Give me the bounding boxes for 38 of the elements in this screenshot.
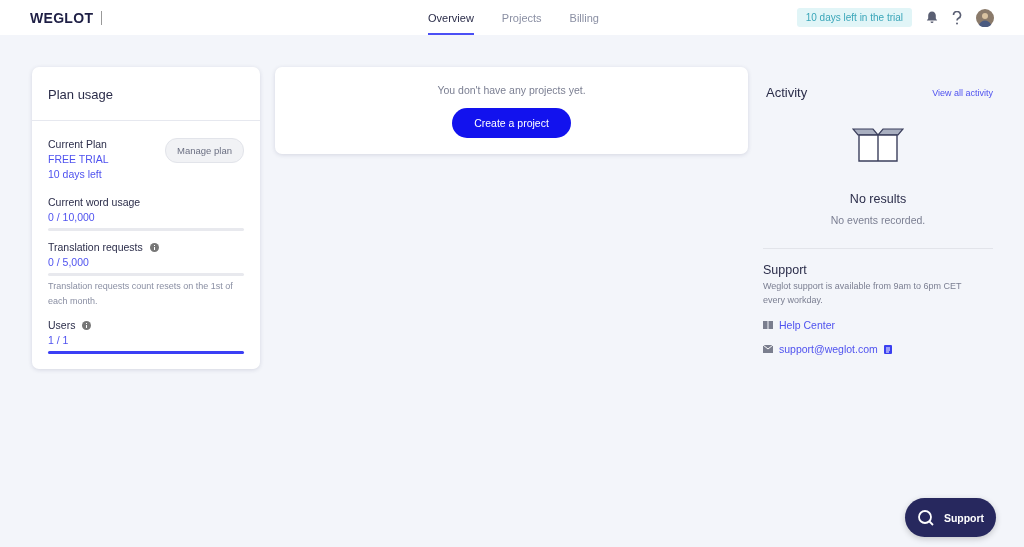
support-title: Support <box>763 263 807 277</box>
meter-label: Translation requests <box>48 241 143 253</box>
plan-name: FREE TRIAL <box>48 153 109 165</box>
days-left: 10 days left <box>48 168 103 180</box>
nav-tab[interactable]: Projects <box>501 0 542 35</box>
open-box-icon <box>852 128 904 162</box>
avatar[interactable] <box>976 8 994 27</box>
book-icon <box>763 321 773 329</box>
meter-note: Translation requests count resets on the 1st of each month. <box>48 280 234 308</box>
support-button[interactable]: Support <box>905 498 996 537</box>
empty-title: No results <box>849 192 907 206</box>
meter-reading: 1 / 1 <box>48 334 70 346</box>
empty-message: You don't have any projects yet. <box>437 84 586 96</box>
mail-icon <box>763 345 773 353</box>
meter-reading: 0 / 5,000 <box>48 256 90 268</box>
support-link[interactable]: support@weglot.com <box>779 343 878 355</box>
nav-tab[interactable]: Overview <box>428 0 474 35</box>
meter-label: Users <box>48 319 76 331</box>
meter-reading: 0 / 10,000 <box>48 211 96 223</box>
nav-tab[interactable]: Billing <box>569 0 599 35</box>
activity-title: Activity <box>766 85 808 100</box>
view-all-link[interactable]: View all activity <box>932 87 993 98</box>
help-icon[interactable] <box>952 10 962 25</box>
manage-plan-button[interactable]: Manage plan <box>165 138 244 163</box>
info-icon[interactable] <box>149 242 159 252</box>
trial-badge: 10 days left in the trial <box>796 8 912 27</box>
search-icon <box>916 508 935 527</box>
copy-icon[interactable] <box>883 344 892 354</box>
card-title: Plan usage <box>48 87 114 102</box>
meter-label: Current word usage <box>48 196 141 208</box>
logo[interactable]: WEGLOT <box>30 9 94 26</box>
empty-text: No events recorded. <box>830 214 926 226</box>
support-link[interactable]: Help Center <box>779 319 836 331</box>
bell-icon[interactable] <box>926 11 938 24</box>
plan-label: Current Plan <box>48 138 108 150</box>
info-icon[interactable] <box>82 320 92 330</box>
support-text: Weglot support is available from 9am to 6pm CET every workday. <box>763 280 963 307</box>
create-project-button[interactable]: Create a project <box>452 108 571 138</box>
